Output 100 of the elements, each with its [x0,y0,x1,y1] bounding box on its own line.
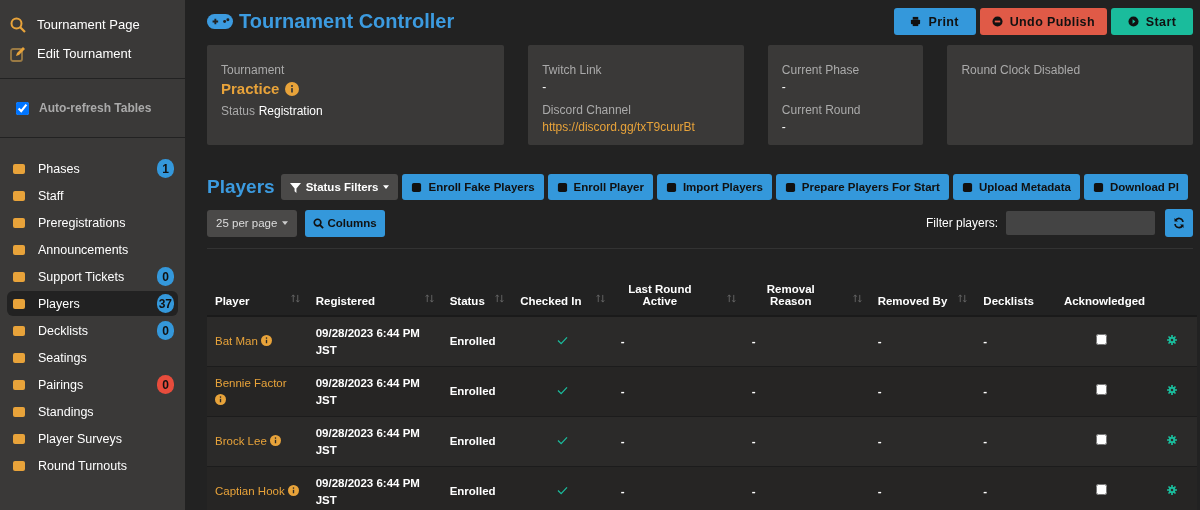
settings-icon[interactable] [1166,385,1177,395]
table-cell: Enrolled [449,435,496,447]
minus-circle-icon [991,16,1003,27]
status-value: Registration [258,104,323,118]
sidebar-nav-item[interactable]: Player Surveys [7,426,178,451]
count-badge: 0 [157,267,174,286]
settings-icon[interactable] [1166,335,1177,345]
filter-icon [289,181,301,193]
table-cell: - [620,485,625,497]
table-cell: - [751,335,756,347]
table-cell: - [983,385,988,397]
player-name-link[interactable]: Bennie Factor [215,376,287,389]
acknowledged-checkbox[interactable] [1095,384,1107,395]
play-circle-icon [1127,16,1139,27]
table-cell: 09/28/2023 6:44 PM JST [315,476,420,506]
table-cell: - [877,435,882,447]
sidebar-nav-item[interactable]: Phases 1 [7,156,178,181]
sidebar-nav-item[interactable]: Players 37 [7,291,178,316]
acknowledged-checkbox[interactable] [1095,434,1107,445]
columns-button[interactable]: Columns [305,209,385,237]
table-cell: 09/28/2023 6:44 PM JST [315,426,420,456]
tournament-name: Practice [221,79,280,99]
info-icon[interactable] [270,435,281,446]
refresh-icon [1173,217,1185,229]
printer-icon [910,16,922,27]
info-icon[interactable] [215,393,226,405]
auto-refresh-checkbox[interactable] [16,101,29,115]
table-cell: - [620,435,625,447]
header-button[interactable]: Print [893,8,976,35]
sidebar-link[interactable]: Edit Tournament [10,43,175,64]
action-button[interactable]: Enroll Fake Players [402,174,544,200]
table-cell: - [877,485,882,497]
field-value: - [781,119,787,136]
sidebar-nav-item[interactable]: Support Tickets 0 [7,264,178,289]
table-cell: - [983,335,988,347]
clock-status: Round Clock Disabled [961,62,1082,79]
field-label: Status [221,104,256,118]
sidebar-nav-item[interactable]: Seatings [7,345,178,370]
status-filters-dropdown[interactable]: Status Filters [280,174,399,200]
refresh-button[interactable] [1165,209,1193,237]
checkbox-label: Auto-refresh Tables [39,101,152,115]
header-button[interactable]: Undo Publish [979,8,1107,35]
table-cell: - [751,385,756,397]
table-cell: Enrolled [449,385,496,397]
filter-input[interactable] [1006,211,1155,235]
acknowledged-checkbox[interactable] [1095,334,1107,345]
header-button[interactable]: Start [1111,8,1193,35]
sidebar-nav-item[interactable]: Preregistrations [7,210,178,235]
table-cell: Enrolled [449,335,496,347]
gamepad-icon [207,13,233,30]
action-button[interactable]: Enroll Player [547,174,653,200]
search-icon [313,217,325,229]
field-value: - [781,79,787,96]
filter-label: Filter players: [925,216,998,230]
section-title: Players [207,176,276,198]
table-cell: - [751,485,756,497]
sidebar-nav-item[interactable]: Staff [7,183,178,208]
table-cell: - [877,335,882,347]
discord-link[interactable]: https://discord.gg/txT9cuurBt [542,120,695,134]
per-page-dropdown[interactable]: 25 per page [207,209,298,237]
field-label: Twitch Link [542,62,603,79]
action-button[interactable]: Import Players [656,174,772,200]
action-button[interactable]: Download Pl [1083,174,1188,200]
player-name-link[interactable]: Brock Lee [215,435,267,447]
table-cell: 09/28/2023 6:44 PM JST [315,376,420,406]
action-button[interactable]: Upload Metadata [952,174,1080,200]
info-icon[interactable] [287,485,299,496]
field-label: Tournament [221,62,286,79]
sidebar-nav-item[interactable]: Decklists 0 [7,318,178,343]
field-label: Current Phase [781,62,861,79]
edit-icon [10,45,26,62]
sidebar-link[interactable]: Tournament Page [10,14,175,35]
table-cell: - [620,335,625,347]
search-icon [10,16,26,33]
sidebar-nav-item[interactable]: Round Turnouts [7,453,178,478]
table-cell: - [877,385,882,397]
settings-icon[interactable] [1166,485,1177,495]
page-title: Tournament Controller [207,10,894,33]
table-cell: - [620,385,625,397]
table-cell: - [751,435,756,447]
action-button[interactable]: Prepare Players For Start [775,174,949,200]
player-name-link[interactable]: Captian Hook [215,485,285,497]
field-value: - [542,79,548,96]
count-badge: 0 [157,321,174,340]
count-badge: 37 [156,294,174,313]
count-badge: 0 [157,375,174,394]
field-label: Discord Channel [542,102,632,119]
sidebar-nav-item[interactable]: Announcements [7,237,178,262]
info-icon[interactable] [261,335,273,346]
settings-icon[interactable] [1166,435,1177,445]
acknowledged-checkbox[interactable] [1095,484,1107,495]
caret-icon [383,185,390,189]
sidebar-nav-item[interactable]: Pairings 0 [7,372,178,397]
info-icon[interactable] [285,82,300,96]
caret-icon [282,221,289,225]
count-badge: 1 [157,159,174,178]
field-label: Current Round [781,102,862,119]
table-cell: 09/28/2023 6:44 PM JST [315,326,420,356]
sidebar-nav-item[interactable]: Standings [7,399,178,424]
player-name-link[interactable]: Bat Man [215,335,258,347]
